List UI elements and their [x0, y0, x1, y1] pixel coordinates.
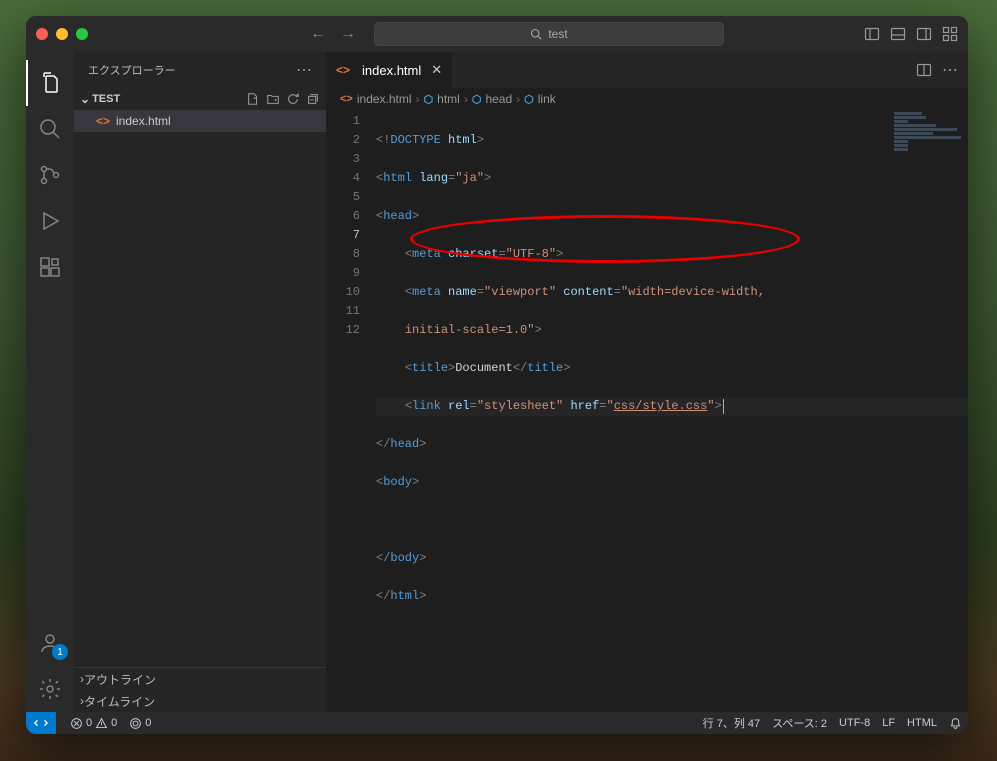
gutter: 1 2 3 4 5 6 7 8 9 10 11 12 — [326, 110, 376, 712]
file-tree-item[interactable]: <> index.html — [74, 110, 326, 132]
status-problems[interactable]: 0 0 — [64, 717, 123, 730]
status-notifications-icon[interactable] — [943, 715, 968, 731]
tab-filename: index.html — [362, 63, 421, 78]
activity-accounts[interactable]: 1 — [26, 620, 74, 666]
breadcrumb-head[interactable]: ⬡head — [472, 92, 512, 106]
titlebar: ← → test — [26, 16, 968, 52]
vscode-window: ← → test — [26, 16, 968, 734]
workspace-actions — [246, 92, 320, 106]
outline-label: アウトライン — [84, 671, 156, 688]
new-file-icon[interactable] — [246, 92, 260, 106]
breadcrumb-sep: › — [464, 92, 468, 106]
maximize-window-button[interactable] — [76, 28, 88, 40]
titlebar-right — [864, 26, 958, 42]
search-box[interactable]: test — [374, 22, 724, 46]
refresh-icon[interactable] — [286, 92, 300, 106]
nav-arrows: ← → — [306, 23, 360, 45]
breadcrumb-sep: › — [516, 92, 520, 106]
explorer-title: エクスプローラー — [88, 62, 176, 78]
status-eol[interactable]: LF — [876, 715, 901, 731]
split-editor-icon[interactable] — [916, 62, 932, 78]
breadcrumb-sep: › — [416, 92, 420, 106]
accounts-badge: 1 — [52, 644, 68, 660]
breadcrumb-file[interactable]: <>index.html — [340, 92, 412, 106]
explorer-header: エクスプローラー ⋯ — [74, 52, 326, 88]
close-window-button[interactable] — [36, 28, 48, 40]
activity-source-control[interactable] — [26, 152, 74, 198]
element-icon: ⬡ — [472, 93, 482, 106]
search-text: test — [548, 27, 567, 41]
breadcrumb-html[interactable]: ⬡html — [424, 92, 460, 106]
tab-more-icon[interactable]: ⋯ — [942, 60, 958, 80]
code-content[interactable]: <!DOCTYPE html> <html lang="ja"> <head> … — [376, 110, 968, 712]
status-indent[interactable]: スペース: 2 — [766, 715, 833, 731]
nav-back-icon[interactable]: ← — [306, 23, 330, 45]
activity-run-debug[interactable] — [26, 198, 74, 244]
workspace-header[interactable]: ⌄ TEST — [74, 88, 326, 110]
tab-index-html[interactable]: <> index.html ✕ — [326, 52, 453, 88]
html-file-icon: <> — [96, 114, 110, 128]
remote-button[interactable] — [26, 712, 56, 734]
timeline-label: タイムライン — [84, 693, 155, 710]
activity-explorer[interactable] — [26, 60, 74, 106]
html-file-icon: <> — [340, 93, 353, 105]
minimap[interactable] — [894, 112, 964, 152]
layout-secondary-icon[interactable] — [916, 26, 932, 42]
layout-primary-icon[interactable] — [864, 26, 880, 42]
breadcrumbs[interactable]: <>index.html › ⬡html › ⬡head › ⬡link — [326, 88, 968, 110]
activity-extensions[interactable] — [26, 244, 74, 290]
chevron-down-icon: ⌄ — [80, 92, 90, 106]
code-area[interactable]: 1 2 3 4 5 6 7 8 9 10 11 12 <!DOCTYPE htm… — [326, 110, 968, 712]
nav-forward-icon[interactable]: → — [336, 23, 360, 45]
editor-tabs: <> index.html ✕ ⋯ — [326, 52, 968, 88]
search-icon — [530, 28, 542, 40]
tab-close-icon[interactable]: ✕ — [431, 62, 442, 78]
breadcrumb-link[interactable]: ⬡link — [524, 92, 556, 106]
status-encoding[interactable]: UTF-8 — [833, 715, 876, 731]
traffic-lights — [36, 28, 88, 40]
minimize-window-button[interactable] — [56, 28, 68, 40]
activity-settings[interactable] — [26, 666, 74, 712]
side-bottom: › アウトライン › タイムライン — [74, 667, 326, 712]
editor-area: <> index.html ✕ ⋯ <>index.html › ⬡html ›… — [326, 52, 968, 712]
status-ports[interactable]: 0 — [123, 717, 157, 730]
explorer-panel: エクスプローラー ⋯ ⌄ TEST <> index.html › — [74, 52, 326, 712]
body-area: 1 エクスプローラー ⋯ ⌄ TEST — [26, 52, 968, 712]
file-name: index.html — [116, 114, 171, 128]
customize-layout-icon[interactable] — [942, 26, 958, 42]
outline-section[interactable]: › アウトライン — [74, 668, 326, 690]
status-language[interactable]: HTML — [901, 715, 943, 731]
explorer-more-icon[interactable]: ⋯ — [296, 60, 312, 80]
collapse-all-icon[interactable] — [306, 92, 320, 106]
element-icon: ⬡ — [524, 93, 534, 106]
workspace-name: TEST — [92, 93, 120, 105]
text-cursor — [723, 399, 724, 414]
layout-panel-icon[interactable] — [890, 26, 906, 42]
status-cursor[interactable]: 行 7、列 47 — [697, 715, 766, 731]
new-folder-icon[interactable] — [266, 92, 280, 106]
activity-search[interactable] — [26, 106, 74, 152]
element-icon: ⬡ — [424, 93, 434, 106]
timeline-section[interactable]: › タイムライン — [74, 690, 326, 712]
html-file-icon: <> — [336, 63, 350, 77]
statusbar: 0 0 0 行 7、列 47 スペース: 2 UTF-8 LF HTML — [26, 712, 968, 734]
activity-bar: 1 — [26, 52, 74, 712]
